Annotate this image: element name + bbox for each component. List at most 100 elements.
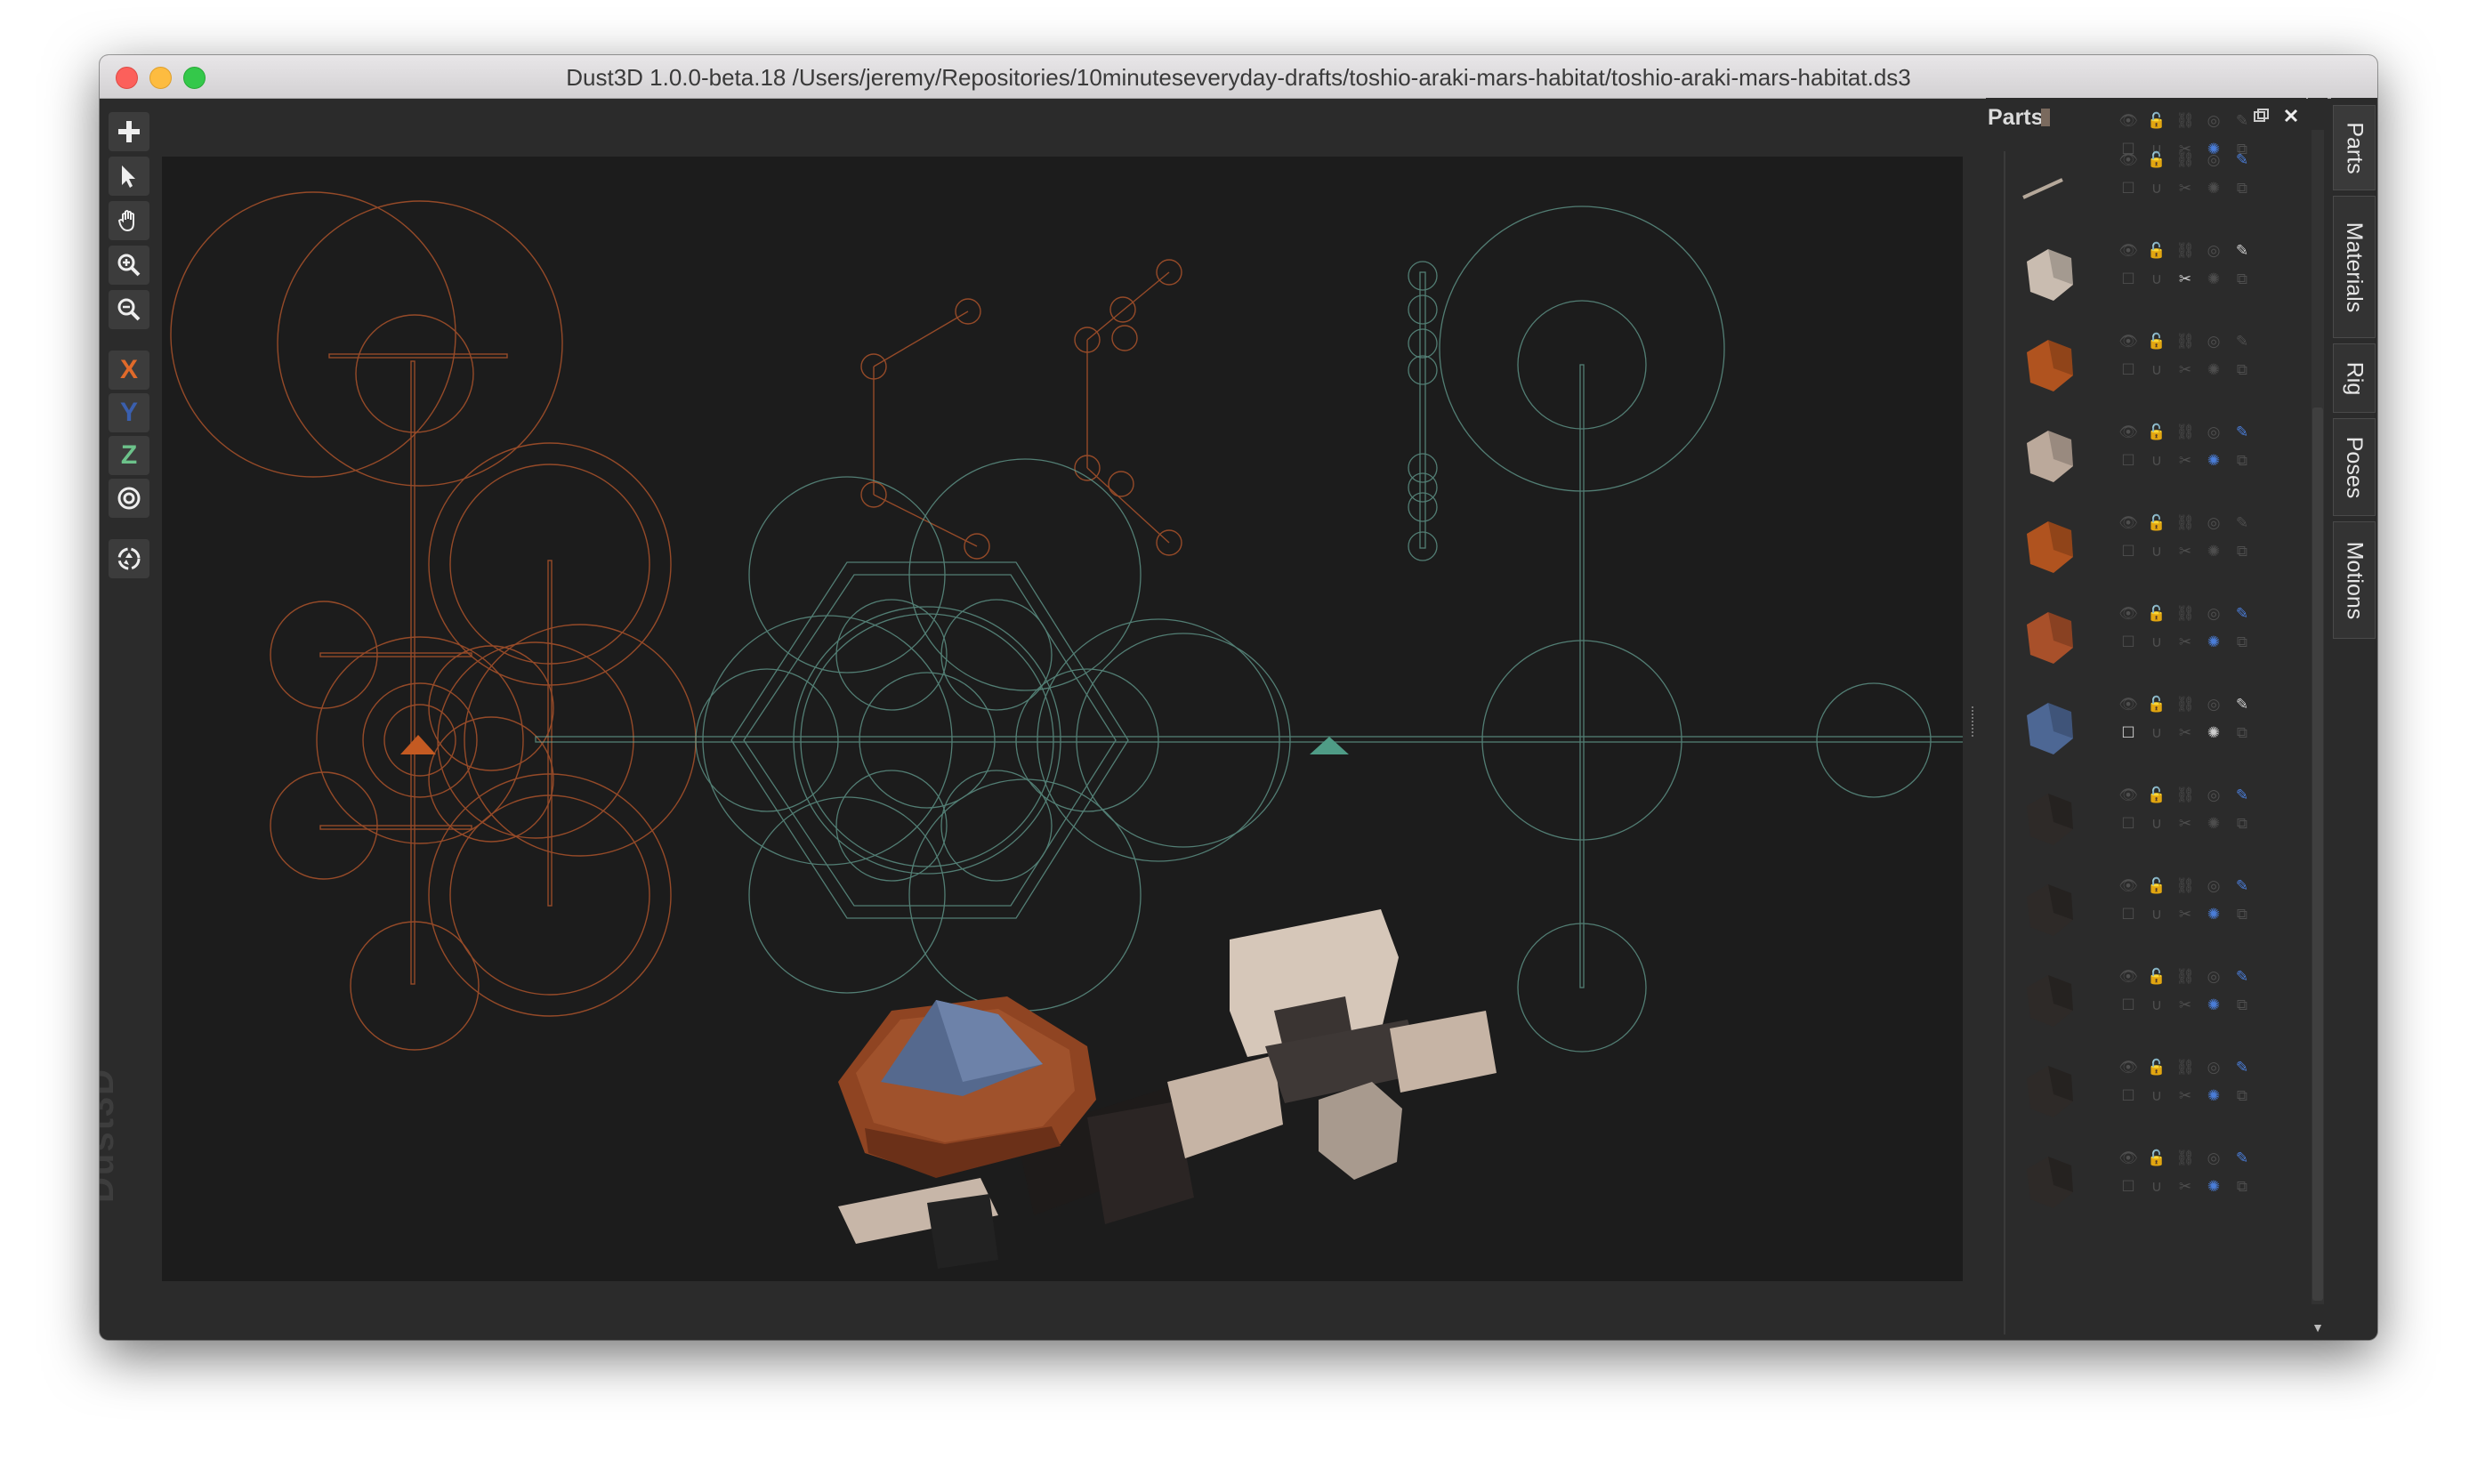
cut-face-icon[interactable]: ✂ bbox=[2171, 447, 2199, 475]
radius-lock-button[interactable] bbox=[109, 479, 149, 518]
color-picker-icon[interactable]: ✎ bbox=[2228, 107, 2256, 135]
tab-rig[interactable]: Rig bbox=[2333, 343, 2376, 413]
xmirror-icon[interactable]: ◎ bbox=[2199, 872, 2228, 900]
visibility-icon[interactable]: 👁 bbox=[2114, 509, 2142, 537]
subdivide-icon[interactable]: ∪ bbox=[2142, 537, 2171, 566]
deform-icon[interactable]: ⧉ bbox=[2228, 265, 2256, 294]
cut-face-icon[interactable]: ✂ bbox=[2171, 1173, 2199, 1201]
disable-icon[interactable]: ☐ bbox=[2114, 719, 2142, 747]
part-row[interactable]: 👁 🔓 ⛓ ◎ ✎ ☐ ∪ ✂ ✺ ⧉ bbox=[2007, 1048, 2292, 1137]
color-picker-icon[interactable]: ✎ bbox=[2228, 872, 2256, 900]
zoom-in-tool-button[interactable] bbox=[109, 246, 149, 285]
disable-icon[interactable]: ☐ bbox=[2114, 900, 2142, 929]
visibility-icon[interactable]: 👁 bbox=[2114, 237, 2142, 265]
color-picker-icon[interactable]: ✎ bbox=[2228, 327, 2256, 356]
color-picker-icon[interactable]: ✎ bbox=[2228, 146, 2256, 174]
part-row[interactable]: 👁 🔓 ⛓ ◎ ✎ ☐ ∪ ✂ ✺ ⧉ bbox=[2007, 413, 2292, 502]
subdivide-icon[interactable]: ∪ bbox=[2142, 1173, 2171, 1201]
subdivide-icon[interactable]: ∪ bbox=[2142, 1082, 2171, 1110]
lock-icon[interactable]: 🔓 bbox=[2142, 963, 2171, 991]
xmirror-icon[interactable]: ◎ bbox=[2199, 237, 2228, 265]
rounded-icon[interactable]: ✺ bbox=[2199, 537, 2228, 566]
deform-icon[interactable]: ⧉ bbox=[2228, 1082, 2256, 1110]
deform-icon[interactable]: ⧉ bbox=[2228, 174, 2256, 203]
xmirror-icon[interactable]: ◎ bbox=[2199, 146, 2228, 174]
color-picker-icon[interactable]: ✎ bbox=[2228, 1144, 2256, 1173]
link-icon[interactable]: ⛓ bbox=[2171, 781, 2199, 810]
disable-icon[interactable]: ☐ bbox=[2114, 537, 2142, 566]
part-row[interactable]: 👁 🔓 ⛓ ◎ ✎ ☐ ∪ ✂ ✺ ⧉ bbox=[2007, 776, 2292, 865]
xmirror-icon[interactable]: ◎ bbox=[2199, 690, 2228, 719]
color-picker-icon[interactable]: ✎ bbox=[2228, 509, 2256, 537]
model-viewport[interactable] bbox=[162, 157, 2227, 1281]
lock-icon[interactable]: 🔓 bbox=[2142, 327, 2171, 356]
deform-icon[interactable]: ⧉ bbox=[2228, 719, 2256, 747]
rounded-icon[interactable]: ✺ bbox=[2199, 174, 2228, 203]
subdivide-icon[interactable]: ∪ bbox=[2142, 991, 2171, 1020]
color-picker-icon[interactable]: ✎ bbox=[2228, 418, 2256, 447]
disable-icon[interactable]: ☐ bbox=[2114, 991, 2142, 1020]
cut-face-icon[interactable]: ✂ bbox=[2171, 174, 2199, 203]
link-icon[interactable]: ⛓ bbox=[2171, 1053, 2199, 1082]
deform-icon[interactable]: ⧉ bbox=[2228, 628, 2256, 657]
parts-scrollbar[interactable]: ▲ ▼ bbox=[2308, 98, 2328, 1340]
part-row[interactable]: 👁 🔓 ⛓ ◎ ✎ ☐ ∪ ✂ ✺ ⧉ bbox=[2007, 594, 2292, 683]
cut-face-icon[interactable]: ✂ bbox=[2171, 900, 2199, 929]
deform-icon[interactable]: ⧉ bbox=[2228, 447, 2256, 475]
link-icon[interactable]: ⛓ bbox=[2171, 600, 2199, 628]
lock-icon[interactable]: 🔓 bbox=[2142, 107, 2171, 135]
z-axis-lock-button[interactable]: Z bbox=[109, 436, 149, 475]
part-row[interactable]: 👁 🔓 ⛓ ◎ ✎ ☐ ∪ ✂ ✺ ⧉ bbox=[2007, 867, 2292, 956]
subdivide-icon[interactable]: ∪ bbox=[2142, 174, 2171, 203]
link-icon[interactable]: ⛓ bbox=[2171, 963, 2199, 991]
visibility-icon[interactable]: 👁 bbox=[2114, 107, 2142, 135]
cut-face-icon[interactable]: ✂ bbox=[2171, 1082, 2199, 1110]
link-icon[interactable]: ⛓ bbox=[2171, 146, 2199, 174]
subdivide-icon[interactable]: ∪ bbox=[2142, 900, 2171, 929]
scroll-down-icon[interactable]: ▼ bbox=[2312, 1320, 2324, 1338]
rounded-icon[interactable]: ✺ bbox=[2199, 447, 2228, 475]
visibility-icon[interactable]: 👁 bbox=[2114, 146, 2142, 174]
rounded-icon[interactable]: ✺ bbox=[2199, 265, 2228, 294]
link-icon[interactable]: ⛓ bbox=[2171, 418, 2199, 447]
deform-icon[interactable]: ⧉ bbox=[2228, 356, 2256, 384]
subdivide-icon[interactable]: ∪ bbox=[2142, 356, 2171, 384]
rounded-icon[interactable]: ✺ bbox=[2199, 1082, 2228, 1110]
subdivide-icon[interactable]: ∪ bbox=[2142, 810, 2171, 838]
deform-icon[interactable]: ⧉ bbox=[2228, 810, 2256, 838]
y-axis-lock-button[interactable]: Y bbox=[109, 393, 149, 432]
xmirror-icon[interactable]: ◎ bbox=[2199, 418, 2228, 447]
part-row[interactable]: 👁 🔓 ⛓ ◎ ✎ ☐ ∪ ✂ ✺ ⧉ bbox=[2007, 141, 2292, 230]
lock-icon[interactable]: 🔓 bbox=[2142, 509, 2171, 537]
xmirror-icon[interactable]: ◎ bbox=[2199, 509, 2228, 537]
subdivide-icon[interactable]: ∪ bbox=[2142, 628, 2171, 657]
subdivide-icon[interactable]: ∪ bbox=[2142, 719, 2171, 747]
zoom-out-tool-button[interactable] bbox=[109, 290, 149, 329]
cut-face-icon[interactable]: ✂ bbox=[2171, 537, 2199, 566]
part-row[interactable]: 👁 🔓 ⛓ ◎ ✎ ☐ ∪ ✂ ✺ ⧉ bbox=[2007, 504, 2292, 593]
link-icon[interactable]: ⛓ bbox=[2171, 509, 2199, 537]
subdivide-icon[interactable]: ∪ bbox=[2142, 265, 2171, 294]
tab-materials[interactable]: Materials bbox=[2333, 196, 2376, 338]
disable-icon[interactable]: ☐ bbox=[2114, 265, 2142, 294]
add-tool-button[interactable] bbox=[109, 112, 149, 151]
link-icon[interactable]: ⛓ bbox=[2171, 237, 2199, 265]
xmirror-icon[interactable]: ◎ bbox=[2199, 781, 2228, 810]
visibility-icon[interactable]: 👁 bbox=[2114, 872, 2142, 900]
deform-icon[interactable]: ⧉ bbox=[2228, 991, 2256, 1020]
lock-icon[interactable]: 🔓 bbox=[2142, 690, 2171, 719]
deform-icon[interactable]: ⧉ bbox=[2228, 1173, 2256, 1201]
lock-icon[interactable]: 🔓 bbox=[2142, 237, 2171, 265]
cut-face-icon[interactable]: ✂ bbox=[2171, 628, 2199, 657]
rounded-icon[interactable]: ✺ bbox=[2199, 810, 2228, 838]
xmirror-icon[interactable]: ◎ bbox=[2199, 107, 2228, 135]
cut-face-icon[interactable]: ✂ bbox=[2171, 810, 2199, 838]
disable-icon[interactable]: ☐ bbox=[2114, 356, 2142, 384]
cut-face-icon[interactable]: ✂ bbox=[2171, 719, 2199, 747]
lock-icon[interactable]: 🔓 bbox=[2142, 872, 2171, 900]
lock-icon[interactable]: 🔓 bbox=[2142, 1144, 2171, 1173]
tab-motions[interactable]: Motions bbox=[2333, 521, 2376, 639]
color-picker-icon[interactable]: ✎ bbox=[2228, 963, 2256, 991]
disable-icon[interactable]: ☐ bbox=[2114, 1173, 2142, 1201]
visibility-icon[interactable]: 👁 bbox=[2114, 418, 2142, 447]
